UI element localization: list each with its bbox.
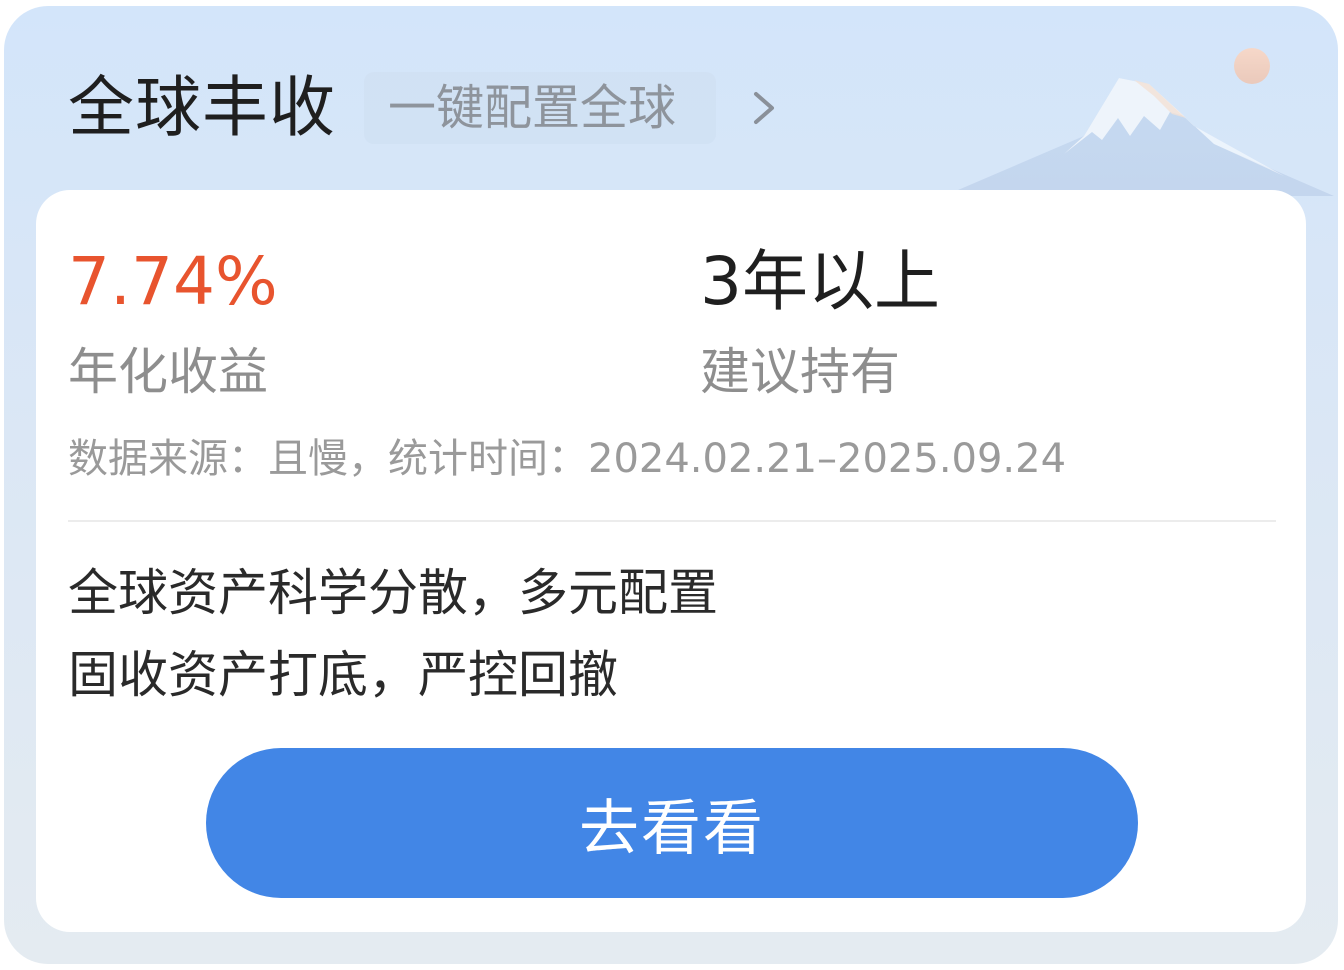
feature-line: 固收资产打底，严控回撤 (68, 646, 618, 704)
go-see-button[interactable]: 去看看 (206, 748, 1138, 898)
holding-period-label: 建议持有 (700, 343, 900, 401)
product-detail-panel: 7.74% 年化收益 3年以上 建议持有 数据来源：且慢，统计时间：2024.0… (36, 190, 1306, 932)
one-click-allocate-link[interactable]: 一键配置全球 (364, 72, 716, 144)
holding-period-value: 3年以上 (700, 243, 940, 320)
feature-line: 全球资产科学分散，多元配置 (68, 564, 718, 622)
one-click-allocate-label: 一键配置全球 (388, 80, 677, 136)
mountain-illustration (944, 48, 1334, 196)
data-source-note: 数据来源：且慢，统计时间：2024.02.21–2025.09.24 (68, 436, 1067, 482)
annual-return-value: 7.74% (68, 243, 278, 320)
chevron-right-icon[interactable] (744, 88, 784, 128)
divider (68, 520, 1276, 522)
product-title: 全球丰收 (68, 69, 336, 146)
annual-return-label: 年化收益 (68, 343, 268, 401)
product-card[interactable]: 全球丰收 一键配置全球 7.74% 年化收益 3年以上 建议持有 数据来源：且慢… (4, 6, 1338, 964)
